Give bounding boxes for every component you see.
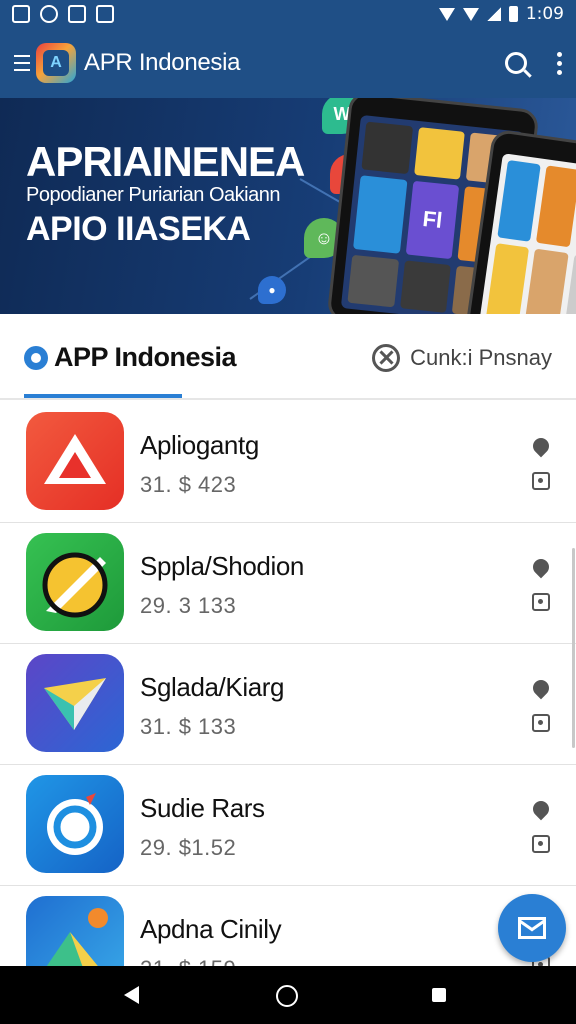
wifi-icon [438, 7, 455, 21]
list-item[interactable]: Sppla/Shodion 29. 3 133 [0, 523, 576, 644]
promo-banner[interactable]: APRIAINENEA Popodianer Puriarian Oakiann… [0, 98, 576, 314]
banner-tagline: APIO IIASEKA [26, 210, 251, 248]
list-item[interactable]: Sudie Rars 29. $1.52 [0, 765, 576, 886]
bag-icon[interactable] [532, 593, 550, 611]
system-indicators: 1:09 [438, 4, 564, 24]
banner-headline: APRIAINENEA [26, 138, 305, 185]
tab-secondary[interactable]: Cunk:i Pnsnay [372, 344, 552, 372]
tab-app-indonesia[interactable]: APP Indonesia [24, 342, 237, 373]
bubble-pin-icon: ● [258, 276, 286, 304]
app-meta: 29. 3 133 [140, 593, 237, 618]
clock: 1:09 [525, 4, 564, 24]
bag-icon[interactable] [532, 472, 550, 490]
list-item[interactable]: Sglada/Kiarg 31. $ 133 [0, 644, 576, 765]
app-meta: 31. $ 423 [140, 472, 237, 497]
pin-icon[interactable] [529, 676, 553, 700]
app-name: Apliogantg [140, 430, 259, 460]
status-bar: 1:09 [0, 0, 576, 28]
pin-icon[interactable] [529, 797, 553, 821]
bag-icon[interactable] [532, 714, 550, 732]
app-name: Apdna Cinily [140, 914, 282, 944]
app-logo: A [36, 43, 76, 83]
more-vert-icon[interactable] [557, 51, 562, 75]
check-notification-icon [96, 5, 114, 23]
battery-icon [508, 6, 518, 22]
app-bar: A APR Indonesia [0, 28, 576, 98]
wifi-alt-icon [462, 7, 479, 21]
search-icon[interactable] [505, 52, 527, 74]
app-icon [26, 412, 124, 510]
app-name: Sglada/Kiarg [140, 672, 285, 702]
list-item[interactable]: Apliogantg 31. $ 423 [0, 402, 576, 523]
active-tab-indicator [24, 394, 182, 398]
sync-notification-icon [40, 5, 58, 23]
scrollbar[interactable] [572, 548, 575, 748]
tab-label: Cunk:i Pnsnay [410, 345, 552, 370]
app-icon [26, 654, 124, 752]
tab-label: APP Indonesia [54, 342, 237, 372]
app-list: Apliogantg 31. $ 423 Sppla/Shodion 29. 3… [0, 402, 576, 966]
signal-icon [486, 7, 501, 21]
mail-icon [518, 917, 546, 939]
app-meta: 29. $1.52 [140, 835, 237, 860]
app-meta: 31. $ 133 [140, 714, 237, 739]
app-meta: 21. $ 159 [140, 956, 236, 966]
mail-notification-icon [68, 5, 86, 23]
gear-icon [24, 345, 48, 370]
app-title: APR Indonesia [84, 49, 241, 76]
recents-icon[interactable] [432, 988, 446, 1002]
back-icon[interactable] [124, 986, 139, 1004]
list-item[interactable]: Apdna Cinily 21. $ 159 [0, 886, 576, 966]
image-notification-icon [12, 5, 30, 23]
notification-icons [12, 5, 114, 23]
compose-fab[interactable] [498, 894, 566, 962]
app-icon [26, 775, 124, 873]
home-icon[interactable] [276, 985, 298, 1007]
bag-icon[interactable] [532, 835, 550, 853]
app-icon [26, 896, 124, 966]
tab-bar: APP Indonesia Cunk:i Pnsnay [0, 314, 576, 400]
pin-icon[interactable] [529, 434, 553, 458]
app-icon [26, 533, 124, 631]
system-nav-bar [0, 966, 576, 1024]
app-name: Sudie Rars [140, 793, 265, 823]
menu-icon[interactable] [14, 55, 30, 71]
pin-icon[interactable] [529, 555, 553, 579]
x-circle-icon [372, 344, 401, 372]
app-name: Sppla/Shodion [140, 551, 304, 581]
banner-subtitle: Popodianer Puriarian Oakiann [26, 184, 280, 206]
